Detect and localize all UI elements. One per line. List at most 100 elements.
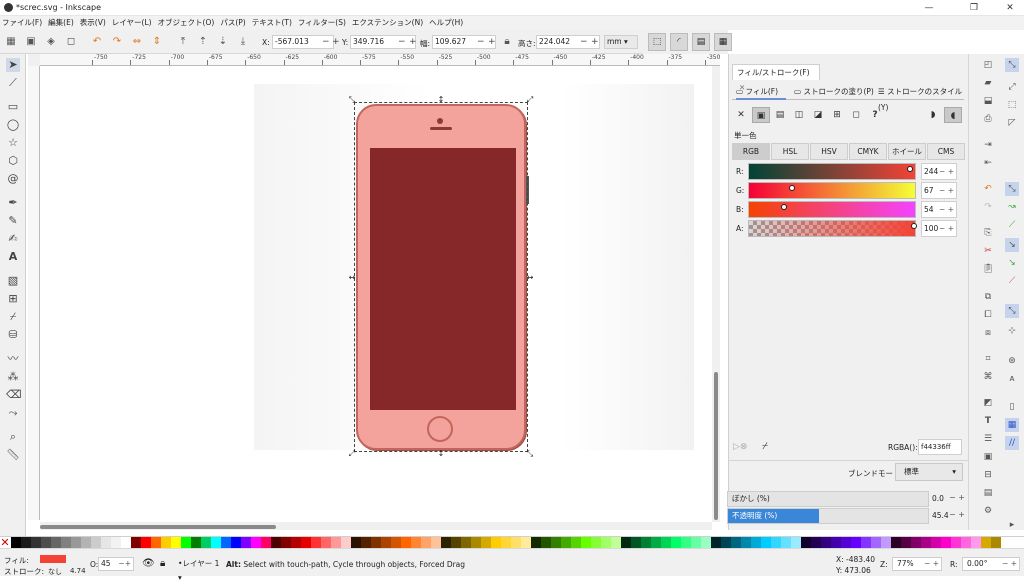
menu-path[interactable]: パス(P) bbox=[218, 16, 247, 30]
text-tool-icon[interactable]: A bbox=[6, 250, 20, 264]
gradient-tool-icon[interactable]: ▧ bbox=[6, 274, 20, 288]
copy-icon[interactable]: ⎘ bbox=[981, 226, 995, 240]
lock-proportions-icon[interactable]: 🔒︎ bbox=[500, 35, 514, 49]
x-decrement-button[interactable]: − bbox=[322, 36, 330, 48]
no-paint-icon[interactable]: ✕ bbox=[732, 107, 750, 123]
scale-stroke-icon[interactable]: ⬚ bbox=[648, 33, 666, 51]
group-icon[interactable]: ⌗ bbox=[981, 352, 995, 366]
text-font-dialog-icon[interactable]: T bbox=[981, 414, 995, 428]
spiral-tool-icon[interactable]: @ bbox=[6, 172, 20, 186]
select-all-icon[interactable]: ▦ bbox=[4, 35, 18, 49]
cut-icon[interactable]: ✂ bbox=[981, 244, 995, 258]
menu-filters[interactable]: フィルター(S) bbox=[296, 16, 348, 30]
blend-mode-select[interactable]: 標準 ▾ bbox=[895, 463, 963, 481]
a-stepper-icon[interactable]: − + bbox=[939, 221, 954, 236]
rectangle-tool-icon[interactable]: ▭ bbox=[6, 100, 20, 114]
scale-handle-bottom[interactable]: ↕ bbox=[437, 450, 445, 458]
snap-nodes-icon[interactable]: ⤡ bbox=[1005, 182, 1019, 196]
scale-handle-top-right[interactable]: ⤢ bbox=[526, 96, 534, 104]
rotate-cw-icon[interactable]: ↷ bbox=[110, 35, 124, 49]
x-increment-button[interactable]: + bbox=[332, 36, 340, 48]
snap-midpoints-icon[interactable]: ⟋ bbox=[1005, 274, 1019, 288]
linear-gradient-icon[interactable]: ▤ bbox=[771, 107, 789, 123]
layers-dialog-icon[interactable]: ☰ bbox=[981, 432, 995, 446]
zoom-tool-icon[interactable]: ⌕ bbox=[6, 430, 20, 444]
redo-icon[interactable]: ↷ bbox=[981, 200, 995, 214]
b-value-field[interactable]: 54 − + bbox=[921, 201, 957, 218]
y-decrement-button[interactable]: − bbox=[398, 36, 406, 48]
snap-others-icon[interactable]: ⤡ bbox=[1005, 304, 1019, 318]
maximize-button[interactable]: ❐ bbox=[960, 0, 988, 16]
slider-b-knob[interactable] bbox=[781, 204, 787, 210]
export-icon[interactable]: ⇤ bbox=[981, 156, 995, 170]
transform-patterns-icon[interactable]: ▦ bbox=[714, 33, 732, 51]
slider-a-knob[interactable] bbox=[911, 223, 917, 229]
stroke-width[interactable]: 4.74 bbox=[70, 567, 86, 575]
open-icon[interactable]: ▰ bbox=[981, 76, 995, 90]
y-field[interactable]: 349.716 bbox=[350, 35, 416, 49]
opacity-slider[interactable]: 不透明度 (%) bbox=[727, 508, 929, 524]
zoom-stepper-icon[interactable]: − + bbox=[924, 558, 939, 570]
snap-cusp-icon[interactable]: ↘ bbox=[1005, 238, 1019, 252]
r-value-field[interactable]: 244− + bbox=[921, 163, 957, 180]
paste-icon[interactable]: 📋︎ bbox=[981, 262, 995, 276]
slider-g[interactable] bbox=[748, 182, 916, 199]
selector-tool-icon[interactable]: ➤ bbox=[6, 58, 20, 72]
height-increment-button[interactable]: + bbox=[591, 36, 599, 48]
menu-text[interactable]: テキスト(T) bbox=[250, 16, 294, 30]
menu-object[interactable]: オブジェクト(O) bbox=[156, 16, 217, 30]
slider-a[interactable] bbox=[748, 220, 916, 237]
rgba-field[interactable]: f44336ff bbox=[918, 439, 962, 455]
mode-cms[interactable]: CMS bbox=[927, 143, 965, 160]
blur-slider[interactable]: ぼかし (%) bbox=[727, 491, 929, 507]
fill-rule-nonzero-icon[interactable]: ◖ bbox=[944, 107, 962, 123]
select-all-layers-icon[interactable]: ▣ bbox=[24, 35, 38, 49]
more-arrow-icon[interactable]: ▸ bbox=[1005, 518, 1019, 532]
mode-wheel[interactable]: ホイール bbox=[888, 143, 926, 160]
current-layer-select[interactable]: •レイヤー 1 ▾ bbox=[178, 557, 222, 582]
lower-to-bottom-icon[interactable]: ⤓ bbox=[236, 35, 250, 49]
dropper-tool-icon[interactable]: ⌿ bbox=[6, 310, 20, 324]
rotation-stepper-icon[interactable]: − + bbox=[1002, 558, 1017, 570]
scale-handle-bottom-right[interactable]: ⤡ bbox=[526, 450, 534, 458]
height-decrement-button[interactable]: − bbox=[580, 36, 588, 48]
save-icon[interactable]: ⬓ bbox=[981, 94, 995, 108]
opacity-stepper-icon[interactable]: − + bbox=[949, 510, 965, 519]
snap-paths-icon[interactable]: ↝ bbox=[1005, 200, 1019, 214]
opacity-status-stepper-icon[interactable]: −+ bbox=[118, 558, 131, 570]
pattern-icon[interactable]: ⊞ bbox=[828, 107, 846, 123]
star-tool-icon[interactable]: ☆ bbox=[6, 136, 20, 150]
ellipse-tool-icon[interactable]: ◯ bbox=[6, 118, 20, 132]
raise-to-top-icon[interactable]: ⤒ bbox=[176, 35, 190, 49]
slider-r-knob[interactable] bbox=[907, 166, 913, 172]
scale-handle-top-left[interactable]: ⤡ bbox=[348, 96, 356, 104]
document-properties-icon[interactable]: ▤ bbox=[981, 486, 995, 500]
xml-editor-icon[interactable]: ▣ bbox=[981, 450, 995, 464]
unlink-clone-icon[interactable]: ⧈ bbox=[981, 326, 995, 340]
blur-stepper-icon[interactable]: − + bbox=[949, 493, 965, 502]
print-icon[interactable]: ⎙ bbox=[981, 112, 995, 126]
snap-bbox-icon[interactable]: ⤢ bbox=[1005, 80, 1019, 94]
menu-file[interactable]: ファイル(F) bbox=[0, 16, 44, 30]
deselect-icon[interactable]: ◻ bbox=[64, 35, 78, 49]
radial-gradient-icon[interactable]: ◫ bbox=[790, 107, 808, 123]
opacity-status-field[interactable]: 45 −+ bbox=[98, 557, 134, 571]
g-stepper-icon[interactable]: − + bbox=[939, 183, 954, 198]
snap-rotation-center-icon[interactable]: ⊛ bbox=[1005, 354, 1019, 368]
lower-icon[interactable]: ⇣ bbox=[216, 35, 230, 49]
close-button[interactable]: ✕ bbox=[996, 0, 1024, 16]
select-same-icon[interactable]: ◈ bbox=[44, 35, 58, 49]
snap-corners-icon[interactable]: ◸ bbox=[1005, 116, 1019, 130]
unit-select[interactable]: mm ▾ bbox=[604, 35, 638, 49]
align-dialog-icon[interactable]: ⊟ bbox=[981, 468, 995, 482]
pencil-tool-icon[interactable]: ✎ bbox=[6, 214, 20, 228]
scale-handle-top[interactable]: ↕ bbox=[437, 96, 445, 104]
undo-icon[interactable]: ↶ bbox=[981, 182, 995, 196]
width-increment-button[interactable]: + bbox=[488, 36, 496, 48]
tab-stroke-paint[interactable]: ▭ ストロークの塗り(P) bbox=[794, 84, 874, 100]
3d-box-tool-icon[interactable]: ⬡ bbox=[6, 154, 20, 168]
menu-edit[interactable]: 編集(E) bbox=[46, 16, 76, 30]
horizontal-scroll-thumb[interactable] bbox=[40, 525, 276, 529]
menu-layer[interactable]: レイヤー(L) bbox=[110, 16, 154, 30]
flip-vertical-icon[interactable]: ⇕ bbox=[150, 35, 164, 49]
